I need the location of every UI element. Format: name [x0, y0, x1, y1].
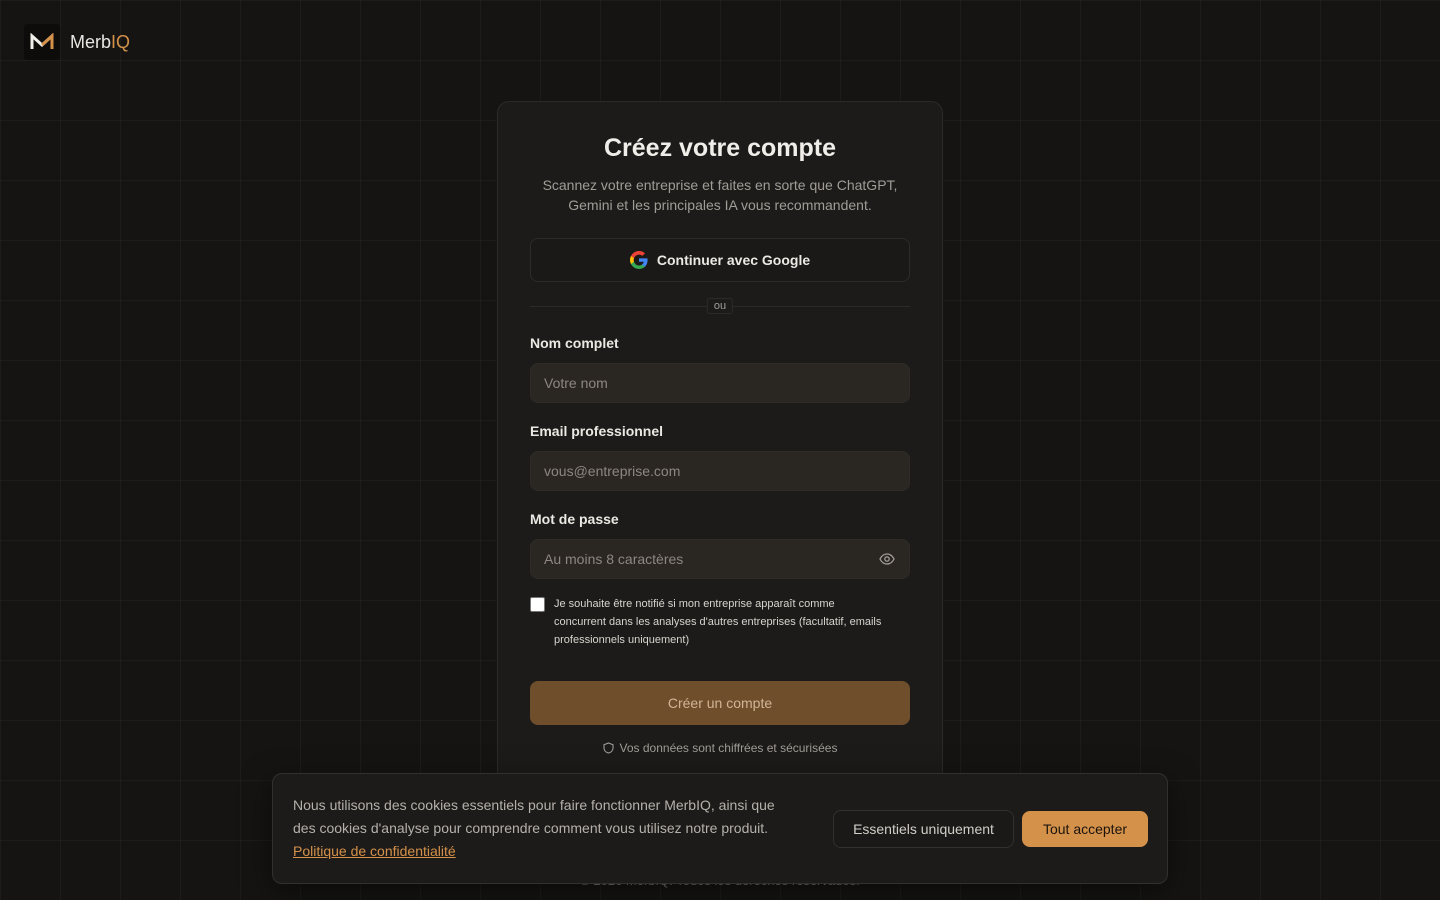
divider-label: ou	[706, 298, 734, 314]
email-field[interactable]	[530, 451, 910, 491]
name-field[interactable]	[530, 363, 910, 403]
cookie-banner: Nous utilisons des cookies essentiels po…	[272, 773, 1168, 884]
competitor-notification-consent: Je souhaite être notifié si mon entrepri…	[530, 595, 910, 649]
security-note: Vos données sont chiffrées et sécurisées	[530, 741, 910, 755]
page-title: Créez votre compte	[603, 134, 837, 162]
brand-name-accent: IQ	[111, 31, 131, 52]
accept-all-button[interactable]: Tout accepter	[1022, 811, 1148, 847]
shield-icon	[602, 742, 614, 754]
create-account-button[interactable]: Créer un compte	[530, 681, 910, 725]
cookie-text: Nous utilisons des cookies essentiels po…	[293, 794, 823, 863]
email-label: Email professionnel	[530, 423, 664, 439]
google-signin-button[interactable]: Continuer avec Google	[530, 238, 910, 282]
essentials-only-button[interactable]: Essentiels uniquement	[833, 810, 1014, 848]
subtitle: Scannez votre entreprise et faites en so…	[530, 175, 910, 215]
show-password-eye-icon[interactable]	[878, 550, 896, 568]
security-note-text: Vos données sont chiffrées et sécurisées	[619, 741, 838, 755]
google-icon	[629, 251, 648, 269]
consent-line-1: Je souhaite être notifié si mon entrepri…	[554, 598, 835, 610]
privacy-policy-link[interactable]: Politique de confidentialité	[293, 843, 456, 859]
password-field[interactable]	[530, 539, 910, 579]
consent-text: Je souhaite être notifié si mon entrepri…	[554, 595, 881, 649]
consent-line-2: concurrent dans les analyses d'autres en…	[554, 616, 882, 628]
subtitle-line-1: Scannez votre entreprise et faites en so…	[542, 177, 898, 193]
brand[interactable]: MerbIQ	[24, 24, 130, 60]
merbiq-logo-icon	[24, 24, 60, 60]
name-label: Nom complet	[530, 335, 619, 351]
email-input[interactable]	[544, 463, 896, 479]
name-input[interactable]	[544, 375, 896, 391]
signup-card: Créez votre compte Scannez votre entrepr…	[497, 101, 943, 801]
subtitle-line-2: Gemini et les principales IA vous recomm…	[568, 197, 872, 213]
brand-name-prefix: Merb	[70, 31, 112, 52]
google-button-label: Continuer avec Google	[656, 252, 811, 268]
consent-line-3: professionnels uniquement)	[554, 634, 690, 646]
consent-checkbox[interactable]	[530, 597, 545, 612]
password-input[interactable]	[544, 551, 878, 567]
password-label: Mot de passe	[530, 511, 619, 527]
cookie-text-line-2: des cookies d'analyse pour comprendre co…	[293, 820, 769, 836]
cookie-text-line-1: Nous utilisons des cookies essentiels po…	[293, 797, 775, 813]
brand-name: MerbIQ	[70, 32, 130, 53]
